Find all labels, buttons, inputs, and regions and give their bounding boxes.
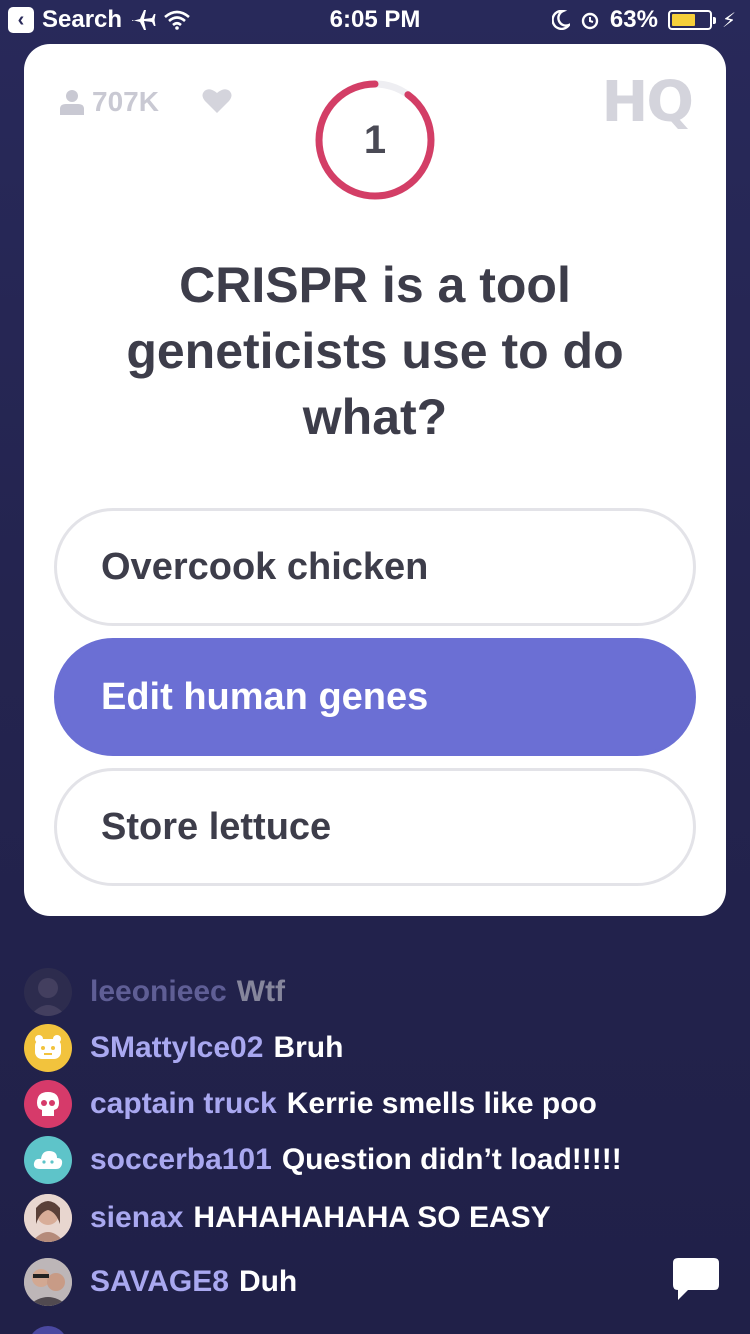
bottom-avatar-peek bbox=[28, 1326, 68, 1334]
heart-icon[interactable] bbox=[202, 88, 232, 114]
answer-label: Edit human genes bbox=[101, 675, 429, 718]
viewer-count: 707K bbox=[60, 86, 159, 118]
moon-icon bbox=[551, 10, 570, 30]
pink-skull-icon bbox=[24, 1080, 72, 1128]
chat-username: captain truck bbox=[90, 1087, 277, 1120]
chat-message: leeonieec Wtf bbox=[24, 968, 285, 1016]
chat-username: leeonieec bbox=[90, 975, 227, 1008]
timer-value: 1 bbox=[363, 117, 387, 162]
battery-percent: 63% bbox=[609, 6, 658, 33]
viewer-count-label: 707K bbox=[92, 86, 159, 117]
chat-username: sienax bbox=[90, 1201, 184, 1234]
yellow-face-icon bbox=[24, 1024, 72, 1072]
answer-option-2[interactable]: Edit human genes bbox=[54, 638, 696, 756]
avatar bbox=[24, 1258, 72, 1306]
avatar bbox=[24, 1194, 72, 1242]
chat-username: soccerba101 bbox=[90, 1143, 272, 1176]
chat-text: HAHAHAHAHA SO EASY bbox=[193, 1201, 551, 1234]
chat-bubble-icon[interactable] bbox=[672, 1256, 720, 1302]
chat-username: SAVAGE8 bbox=[90, 1265, 229, 1298]
chat-text: Wtf bbox=[236, 975, 286, 1008]
battery-icon bbox=[667, 10, 716, 30]
chat-text: Duh bbox=[238, 1265, 298, 1298]
alarm-icon bbox=[581, 12, 599, 30]
countdown-timer: 1 bbox=[313, 78, 437, 202]
avatar bbox=[24, 968, 72, 1016]
chat-message: SAVAGE8 Duh bbox=[24, 1258, 297, 1306]
question-text: CRISPR is a tool geneticists use to do w… bbox=[126, 257, 624, 445]
chat-text: Kerrie smells like poo bbox=[286, 1087, 597, 1120]
answer-option-1[interactable]: Overcook chicken bbox=[54, 508, 696, 626]
chat-message: SMattyIce02 Bruh bbox=[24, 1024, 343, 1072]
chat-message: captain truck Kerrie smells like poo bbox=[24, 1080, 597, 1128]
teal-cloud-icon bbox=[24, 1136, 72, 1184]
hq-logo: HQ bbox=[601, 70, 694, 135]
status-bar: ‹ Search 6:05 PM 63% ⚡ bbox=[0, 0, 750, 40]
chat-message: soccerba101 Question didn’t load!!!!! bbox=[24, 1136, 622, 1184]
answer-option-3[interactable]: Store lettuce bbox=[54, 768, 696, 886]
answer-label: Store lettuce bbox=[101, 805, 332, 848]
chat-text: Question didn’t load!!!!! bbox=[281, 1143, 622, 1176]
chat-message: sienax HAHAHAHAHA SO EASY bbox=[24, 1194, 551, 1242]
chat-username: SMattyIce02 bbox=[90, 1031, 264, 1064]
chat-text: Bruh bbox=[273, 1031, 344, 1064]
answer-label: Overcook chicken bbox=[101, 545, 429, 588]
charging-bolt-icon: ⚡ bbox=[721, 9, 736, 32]
question-card: 707K HQ 1 CRISPR is a tool geneticists u… bbox=[24, 44, 726, 916]
person-icon bbox=[60, 90, 84, 115]
